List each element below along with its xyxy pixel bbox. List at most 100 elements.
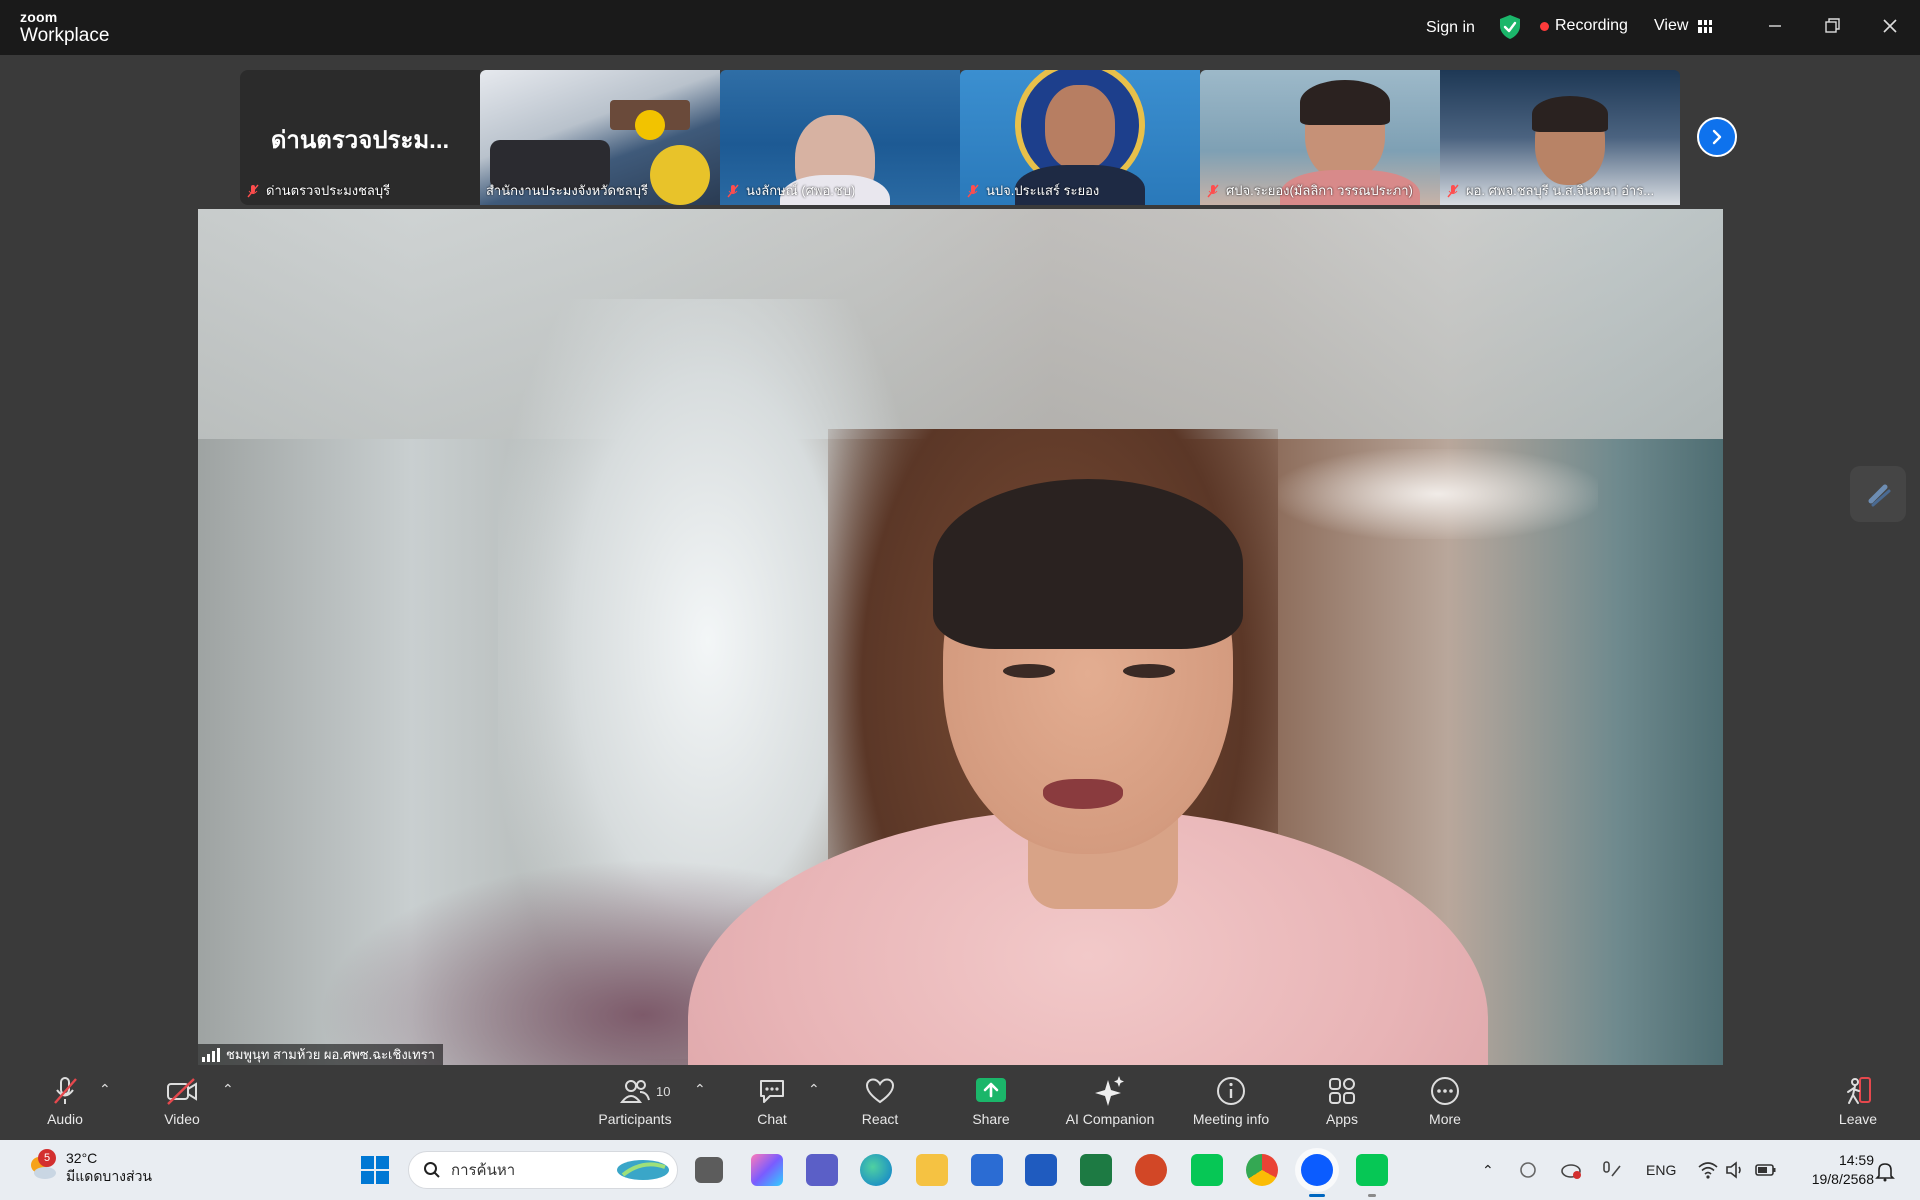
person-background — [635, 110, 665, 140]
annotation-tool-button[interactable] — [1850, 466, 1906, 522]
react-button[interactable]: React — [830, 1075, 930, 1127]
word-icon[interactable] — [1025, 1154, 1057, 1186]
background-light — [1278, 449, 1598, 539]
view-button[interactable]: View — [1654, 17, 1713, 35]
taskbar-search[interactable]: การค้นหา — [408, 1151, 678, 1189]
video-options-caret[interactable]: ⌃ — [222, 1081, 234, 1098]
minimize-icon[interactable] — [1763, 14, 1787, 38]
line-icon[interactable] — [1191, 1154, 1223, 1186]
participant-placeholder-name: ด่านตรวจประม... — [270, 127, 450, 154]
sign-in-button[interactable]: Sign in — [1426, 0, 1475, 55]
more-button[interactable]: More — [1395, 1075, 1495, 1127]
logo-zoom-text: zoom — [20, 9, 58, 25]
filmstrip-next-button[interactable] — [1697, 117, 1737, 157]
apps-icon — [1329, 1078, 1355, 1104]
microphone-location-icon[interactable] — [1600, 1160, 1622, 1180]
temperature: 32°C — [66, 1150, 98, 1166]
chevron-right-icon — [1712, 129, 1722, 145]
participant-name-label: ผอ. ศพจ.ชลบุรี น.ส.จินตนา อ่าร... — [1446, 180, 1654, 201]
video-off-icon — [167, 1078, 197, 1105]
participant-tile[interactable]: นงลักษณ์ (ศพอ.ชบ) — [720, 70, 960, 205]
signal-strength-icon — [202, 1047, 220, 1062]
participants-options-caret[interactable]: ⌃ — [694, 1081, 706, 1098]
battery-icon[interactable] — [1754, 1160, 1778, 1180]
zoom-icon[interactable] — [1301, 1154, 1333, 1186]
share-screen-icon — [976, 1078, 1006, 1102]
volume-icon[interactable] — [1724, 1160, 1746, 1180]
weather-widget[interactable]: 5 32°C มีแดดบางส่วน — [26, 1149, 152, 1185]
logo-workplace-text: Workplace — [20, 25, 110, 46]
mic-muted-icon — [967, 184, 979, 197]
person-yellow-shirt — [650, 145, 710, 205]
more-icon — [1431, 1077, 1459, 1105]
leave-icon — [1847, 1077, 1871, 1104]
system-tray-app-icon[interactable] — [1518, 1160, 1538, 1180]
chat-icon — [760, 1080, 784, 1103]
recording-indicator[interactable]: Recording — [1540, 17, 1628, 35]
participant-tile[interactable]: ผอ. ศพจ.ชลบุรี น.ส.จินตนา อ่าร... — [1440, 70, 1680, 205]
participant-hair — [1532, 96, 1608, 132]
language-indicator[interactable]: ENG — [1646, 1140, 1676, 1200]
video-button[interactable]: Video — [132, 1075, 232, 1127]
participant-hair — [1300, 80, 1390, 125]
speaker-mouth — [1043, 779, 1123, 809]
participants-icon — [619, 1080, 650, 1103]
line-icon[interactable] — [1356, 1154, 1388, 1186]
weather-icon: 5 — [26, 1149, 58, 1183]
participant-name-label: นปจ.ประแสร์ ระยอง — [966, 180, 1099, 201]
show-hidden-icons[interactable]: ⌃ — [1482, 1140, 1494, 1200]
wifi-icon[interactable] — [1697, 1160, 1719, 1180]
speaker-eye — [1003, 664, 1055, 678]
apps-button[interactable]: Apps — [1292, 1075, 1392, 1127]
restore-icon[interactable] — [1820, 14, 1844, 38]
participant-tile[interactable]: สำนักงานประมงจังหวัดชลบุรี — [480, 70, 720, 205]
microsoft-store-icon[interactable] — [971, 1154, 1003, 1186]
active-speaker-video[interactable] — [198, 209, 1723, 1065]
search-icon — [424, 1162, 440, 1178]
clock-date: 19/8/2568 — [1811, 1171, 1874, 1187]
file-explorer-icon[interactable] — [916, 1154, 948, 1186]
windows-start-icon[interactable] — [359, 1154, 391, 1186]
participant-filmstrip: ด่านตรวจประม... ด่านตรวจประมงชลบุรี สำนั… — [240, 70, 1680, 205]
view-label: View — [1654, 17, 1689, 34]
gallery-grid-icon — [1698, 19, 1713, 33]
excel-icon[interactable] — [1080, 1154, 1112, 1186]
mic-muted-icon — [247, 184, 259, 197]
participant-name-label: สำนักงานประมงจังหวัดชลบุรี — [486, 183, 648, 198]
background-ceiling — [198, 209, 1723, 439]
chrome-icon[interactable] — [1246, 1154, 1278, 1186]
copilot-icon[interactable] — [751, 1154, 783, 1186]
participant-tile[interactable]: ด่านตรวจประม... ด่านตรวจประมงชลบุรี — [240, 70, 480, 205]
close-icon[interactable] — [1878, 14, 1902, 38]
teams-icon[interactable] — [806, 1154, 838, 1186]
speaker-name: ชมพูนุท สามห้วย ผอ.ศพซ.ฉะเชิงเทรา — [226, 1047, 435, 1062]
ai-companion-button[interactable]: AI Companion — [1055, 1075, 1165, 1127]
windows-taskbar: 5 32°C มีแดดบางส่วน การค้นหา ⌃ ENG 14:59… — [0, 1140, 1920, 1200]
encryption-shield-icon[interactable] — [1498, 14, 1522, 40]
mic-muted-icon — [727, 184, 739, 197]
search-highlight-icon — [617, 1160, 669, 1180]
participants-button[interactable]: Participants — [585, 1075, 685, 1127]
chat-options-caret[interactable]: ⌃ — [808, 1081, 820, 1098]
participant-tile[interactable]: นปจ.ประแสร์ ระยอง — [960, 70, 1200, 205]
participants-count: 10 — [656, 1084, 671, 1099]
meeting-info-button[interactable]: Meeting info — [1175, 1075, 1287, 1127]
participant-tile[interactable]: ศปจ.ระยอง(มัลลิกา วรรณประภา) — [1200, 70, 1440, 205]
weather-description: มีแดดบางส่วน — [66, 1168, 152, 1184]
onedrive-icon[interactable] — [1560, 1160, 1582, 1180]
system-clock[interactable]: 14:59 19/8/2568 — [1782, 1151, 1874, 1189]
audio-options-caret[interactable]: ⌃ — [99, 1081, 111, 1098]
powerpoint-icon[interactable] — [1135, 1154, 1167, 1186]
notification-bell-icon[interactable] — [1874, 1160, 1896, 1182]
participant-name-label: ศปจ.ระยอง(มัลลิกา วรรณประภา) — [1206, 180, 1413, 201]
edge-icon[interactable] — [860, 1154, 892, 1186]
mic-muted-icon — [1447, 184, 1459, 197]
search-placeholder: การค้นหา — [451, 1162, 516, 1179]
task-view-icon[interactable] — [695, 1157, 723, 1183]
title-bar: zoom Workplace Sign in Recording View — [0, 0, 1920, 55]
leave-button[interactable]: Leave — [1808, 1075, 1908, 1127]
weather-alert-badge: 5 — [38, 1149, 56, 1167]
chat-button[interactable]: Chat — [724, 1075, 820, 1127]
share-button[interactable]: Share — [941, 1075, 1041, 1127]
mic-muted-icon — [54, 1077, 77, 1104]
